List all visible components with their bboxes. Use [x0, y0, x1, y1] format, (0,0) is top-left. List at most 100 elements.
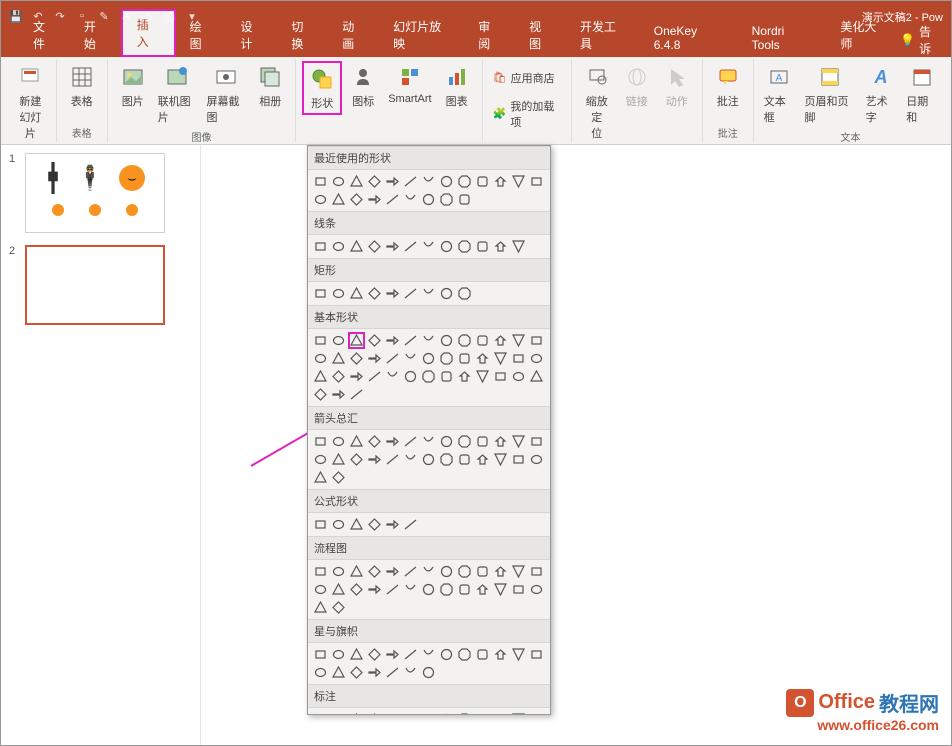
shape-option[interactable]: [330, 711, 347, 715]
shape-option[interactable]: [492, 238, 509, 255]
shape-option[interactable]: [330, 599, 347, 616]
shape-option[interactable]: [456, 433, 473, 450]
shape-option[interactable]: [312, 368, 329, 385]
shape-option[interactable]: [438, 563, 455, 580]
save2-icon[interactable]: ▢: [163, 9, 177, 23]
tab-slideshow[interactable]: 幻灯片放映: [379, 13, 464, 57]
shape-option[interactable]: [312, 191, 329, 208]
shape-option[interactable]: [348, 386, 365, 403]
shape-option[interactable]: [402, 711, 419, 715]
shape-option[interactable]: [474, 451, 491, 468]
shape-option[interactable]: [402, 285, 419, 302]
shape-option[interactable]: [510, 368, 527, 385]
shape-option[interactable]: [348, 646, 365, 663]
shape-option[interactable]: [312, 563, 329, 580]
shape-option[interactable]: [366, 516, 383, 533]
shape-option[interactable]: [438, 191, 455, 208]
shape-option[interactable]: [366, 451, 383, 468]
shape-option[interactable]: [348, 368, 365, 385]
shape-option[interactable]: [384, 581, 401, 598]
shape-option[interactable]: [456, 285, 473, 302]
shape-option[interactable]: [402, 238, 419, 255]
picture-button[interactable]: 图片: [114, 61, 152, 111]
textbox-button[interactable]: A 文本框: [760, 61, 799, 127]
shape-option[interactable]: [312, 664, 329, 681]
font-icon[interactable]: A: [119, 9, 133, 23]
shape-option[interactable]: [348, 350, 365, 367]
shape-option[interactable]: [348, 433, 365, 450]
shape-option[interactable]: [456, 173, 473, 190]
shape-option[interactable]: [528, 332, 545, 349]
album-button[interactable]: 相册: [251, 61, 289, 111]
slide-thumb-2[interactable]: 2: [9, 245, 192, 325]
shape-option[interactable]: [528, 451, 545, 468]
shape-option[interactable]: [456, 238, 473, 255]
shape-option[interactable]: [438, 173, 455, 190]
shape-option[interactable]: [384, 332, 401, 349]
tab-developer[interactable]: 开发工具: [566, 13, 640, 57]
shape-option[interactable]: [348, 563, 365, 580]
shape-option[interactable]: [510, 646, 527, 663]
shape-option[interactable]: [384, 711, 401, 715]
shape-option[interactable]: [474, 238, 491, 255]
shape-option[interactable]: [384, 350, 401, 367]
shape-option[interactable]: [528, 711, 545, 715]
shape-option[interactable]: [474, 173, 491, 190]
shape-option[interactable]: [528, 350, 545, 367]
new-slide-button[interactable]: 新建 幻灯片: [11, 61, 50, 143]
shape-option[interactable]: [348, 581, 365, 598]
shape-option[interactable]: [312, 581, 329, 598]
shape-option[interactable]: [456, 711, 473, 715]
shape-option[interactable]: [402, 173, 419, 190]
shape-option[interactable]: [402, 433, 419, 450]
comment-button[interactable]: 批注: [709, 61, 747, 111]
shape-option[interactable]: [528, 581, 545, 598]
shape-option[interactable]: [366, 664, 383, 681]
shape-option[interactable]: [366, 711, 383, 715]
shape-option[interactable]: [330, 191, 347, 208]
shape-option[interactable]: [402, 563, 419, 580]
tab-design[interactable]: 设计: [227, 13, 278, 57]
addins-button[interactable]: 🧩 我的加载项: [489, 96, 565, 132]
shape-option[interactable]: [402, 664, 419, 681]
shape-option[interactable]: [366, 350, 383, 367]
shape-option[interactable]: [420, 238, 437, 255]
shape-option[interactable]: [492, 711, 509, 715]
shape-option[interactable]: [348, 173, 365, 190]
shape-option[interactable]: [420, 332, 437, 349]
shape-option[interactable]: [384, 238, 401, 255]
shape-option[interactable]: [420, 451, 437, 468]
shape-option[interactable]: [402, 191, 419, 208]
shape-option[interactable]: [420, 191, 437, 208]
shape-option[interactable]: [420, 350, 437, 367]
shape-option[interactable]: [528, 563, 545, 580]
shape-option[interactable]: [330, 469, 347, 486]
shape-option[interactable]: [492, 563, 509, 580]
shape-option[interactable]: [402, 581, 419, 598]
shapes-button[interactable]: 形状: [302, 61, 342, 115]
start-icon[interactable]: ▫: [75, 9, 89, 23]
shape-option[interactable]: [312, 285, 329, 302]
shape-option[interactable]: [366, 173, 383, 190]
shape-option[interactable]: [510, 433, 527, 450]
shape-option[interactable]: [312, 469, 329, 486]
shape-option[interactable]: [384, 563, 401, 580]
shape-option[interactable]: [438, 285, 455, 302]
shape-option[interactable]: [474, 563, 491, 580]
tell-me[interactable]: 💡 告诉: [900, 23, 941, 57]
shape-option[interactable]: [384, 516, 401, 533]
shape-option[interactable]: [366, 332, 383, 349]
shape-option[interactable]: [510, 711, 527, 715]
shape-option[interactable]: [366, 646, 383, 663]
online-picture-button[interactable]: 联机图片: [154, 61, 201, 127]
shape-option[interactable]: [312, 386, 329, 403]
shape-option[interactable]: [438, 332, 455, 349]
shape-option[interactable]: [510, 350, 527, 367]
shape-option[interactable]: [312, 433, 329, 450]
screenshot-button[interactable]: 屏幕截图: [202, 61, 249, 127]
shape-option[interactable]: [402, 368, 419, 385]
shape-option[interactable]: [330, 646, 347, 663]
tab-nordri[interactable]: Nordri Tools: [738, 19, 827, 57]
shape-option[interactable]: [312, 350, 329, 367]
shape-option[interactable]: [384, 285, 401, 302]
